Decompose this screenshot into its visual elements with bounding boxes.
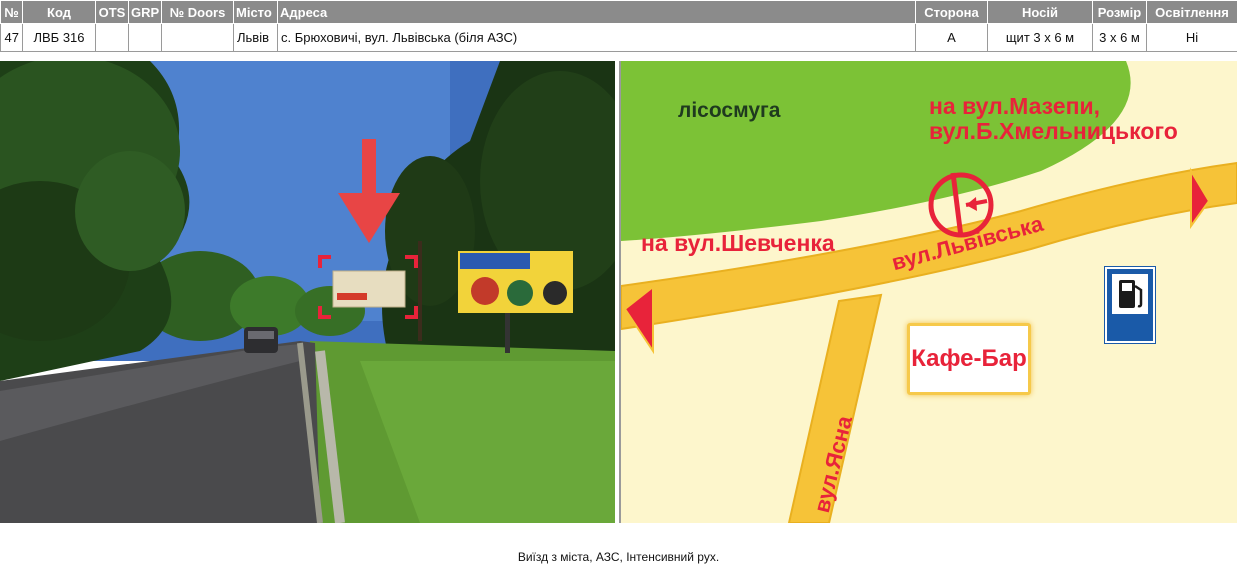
location-photo (0, 61, 615, 523)
direction-mazepy-line2: вул.Б.Хмельницького (929, 118, 1178, 144)
header-city: Місто (233, 0, 278, 24)
header-size: Розмір (1092, 0, 1147, 24)
table-row: 47 ЛВБ 316 Львів с. Брюховичі, вул. Льві… (0, 23, 1237, 52)
header-ots: OTS (95, 0, 129, 24)
cell-grp (128, 23, 162, 52)
cell-size: 3 x 6 м (1092, 23, 1147, 52)
table-header-row: № Код OTS GRP № Doors Місто Адреса Сторо… (0, 0, 1237, 24)
target-billboard (332, 270, 406, 308)
cafe-bar-box: Кафе-Бар (907, 323, 1031, 395)
location-map: лісосмуга на вул.Мазепи, вул.Б.Хмельниць… (619, 61, 1237, 523)
header-address: Адреса (277, 0, 916, 24)
header-code: Код (22, 0, 96, 24)
cell-num: 47 (0, 23, 23, 52)
header-side: Сторона (915, 0, 988, 24)
location-caption: Виїзд з міста, АЗС, Інтенсивний рух. (517, 550, 720, 564)
cell-carrier: щит 3 x 6 м (987, 23, 1093, 52)
cafe-bar-label: Кафе-Бар (911, 345, 1027, 372)
header-num: № (0, 0, 23, 24)
cell-lighting: Ні (1146, 23, 1237, 52)
car (244, 327, 278, 353)
header-lighting: Освітлення (1146, 0, 1237, 24)
direction-mazepy-label: на вул.Мазепи, вул.Б.Хмельницького (929, 94, 1178, 144)
cell-side: A (915, 23, 988, 52)
header-carrier: Носій (987, 0, 1093, 24)
cell-doors (161, 23, 234, 52)
direction-mazepy-line1: на вул.Мазепи, (929, 93, 1100, 119)
cell-city: Львів (233, 23, 278, 52)
cell-address: с. Брюховичі, вул. Львівська (біля АЗС) (277, 23, 916, 52)
forest-label: лісосмуга (678, 99, 781, 122)
billboard-info-table: № Код OTS GRP № Doors Місто Адреса Сторо… (0, 0, 1237, 52)
header-grp: GRP (128, 0, 162, 24)
cell-code: ЛВБ 316 (22, 23, 96, 52)
cell-ots (95, 23, 129, 52)
direction-shevchenka-label: на вул.Шевченка (641, 230, 835, 256)
header-doors: № Doors (161, 0, 234, 24)
gas-station-icon (1105, 267, 1155, 343)
